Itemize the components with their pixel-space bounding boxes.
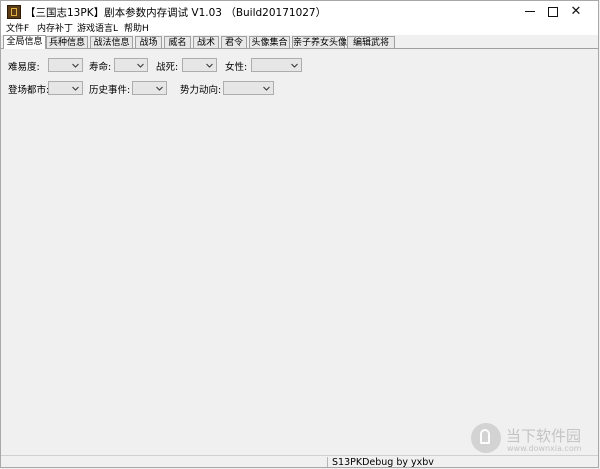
appearance-city-select[interactable] [48,81,83,95]
close-icon: ✕ [570,4,582,19]
status-text: S13PKDebug by yxbv [332,457,434,468]
chevron-down-icon [206,62,213,69]
chevron-down-icon [291,62,298,69]
difficulty-select[interactable] [48,58,83,72]
chevron-down-icon [137,62,144,69]
chevron-down-icon [72,85,79,92]
appearance-city-label: 登场都市: [8,85,50,96]
tab-fame[interactable]: 威名 [164,36,191,48]
tab-edit-officer[interactable]: 编辑武将 [347,36,395,48]
watermark-url: www.downxia.com [507,444,582,453]
tab-tactic-info[interactable]: 战法信息 [90,36,133,48]
tab-global-info[interactable]: 全局信息 [3,35,46,49]
tab-page-global-info: 难易度: 寿命: 战死: 女性: 登场都市: 历史事件: 势力动向: [1,49,598,455]
faction-trend-label: 势力动向: [180,85,222,96]
app-window: 【三国志13PK】剧本参数内存调试 V1.03 （Build20171027） … [0,0,599,468]
close-button[interactable]: ✕ [554,1,598,23]
title-bar[interactable]: 【三国志13PK】剧本参数内存调试 V1.03 （Build20171027） … [1,1,598,23]
app-icon[interactable] [7,5,21,19]
chevron-down-icon [156,85,163,92]
watermark-logo-icon [471,423,501,453]
tab-battlefield[interactable]: 战场 [135,36,162,48]
tab-tactics[interactable]: 战术 [193,36,219,48]
status-divider [327,457,328,467]
tab-unit-info[interactable]: 兵种信息 [46,36,88,48]
tab-child-portrait[interactable]: 亲子养女头像 [292,36,347,48]
tab-portrait-collection[interactable]: 头像集合 [249,36,290,48]
lifespan-label: 寿命: [89,62,112,73]
menu-file[interactable]: 文件F [6,23,29,35]
chevron-down-icon [263,85,270,92]
tab-decree[interactable]: 君令 [221,36,247,48]
female-select[interactable] [251,58,302,72]
historical-events-label: 历史事件: [89,85,131,96]
status-bar: S13PKDebug by yxbv [1,455,598,468]
watermark-name: 当下软件园 [506,427,582,445]
menu-help[interactable]: 帮助H [124,23,149,35]
menu-bar: 文件F 内存补丁 游戏语言L 帮助H [1,23,598,35]
chevron-down-icon [72,62,79,69]
window-title: 【三国志13PK】剧本参数内存调试 V1.03 （Build20171027） [25,7,327,19]
menu-game-language[interactable]: 游戏语言L [77,23,118,35]
faction-trend-select[interactable] [223,81,274,95]
death-in-battle-label: 战死: [156,62,179,73]
difficulty-label: 难易度: [8,62,40,73]
menu-memory-patch[interactable]: 内存补丁 [37,23,73,35]
tab-bar: 全局信息 兵种信息 战法信息 战场 威名 战术 君令 头像集合 亲子养女头像 编… [1,35,598,49]
historical-events-select[interactable] [132,81,167,95]
lifespan-select[interactable] [114,58,148,72]
death-in-battle-select[interactable] [182,58,217,72]
female-label: 女性: [225,62,248,73]
